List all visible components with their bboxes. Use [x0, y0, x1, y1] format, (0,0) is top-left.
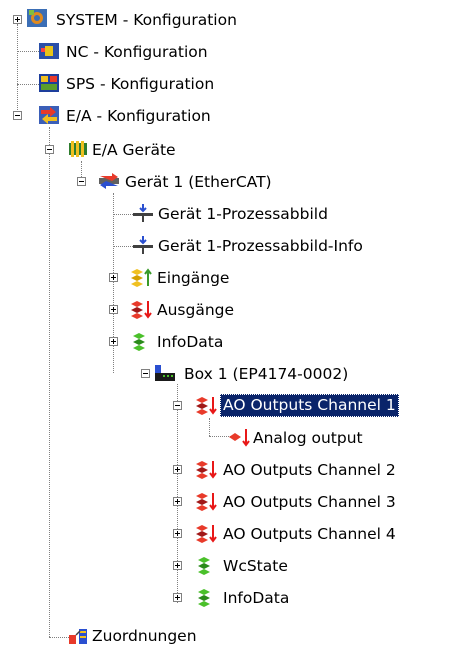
tree-item-label: AO Outputs Channel 3 [223, 492, 396, 511]
tree-item-prozessabbild-info[interactable]: Gerät 1-Prozessabbild-Info [155, 234, 366, 258]
ethercat-device-icon [99, 173, 119, 189]
io-config-icon [39, 106, 59, 124]
tree-item-eingaenge[interactable]: Eingänge [154, 266, 232, 290]
tree-item-geraet1[interactable]: Gerät 1 (EtherCAT) [122, 170, 275, 194]
tree-item-ao3[interactable]: AO Outputs Channel 3 [220, 490, 399, 514]
mappings-icon [69, 629, 87, 644]
collapse-toggle-ao1[interactable] [173, 401, 182, 410]
tree-item-box1[interactable]: Box 1 (EP4174-0002) [181, 362, 351, 386]
sps-config-icon [39, 74, 59, 92]
tree-item-analog-output[interactable]: Analog output [250, 426, 366, 450]
tree-item-ea-geraete[interactable]: E/A Geräte [89, 138, 179, 162]
tree-item-label: AO Outputs Channel 2 [223, 460, 396, 479]
tree-item-ao1[interactable]: AO Outputs Channel 1 [220, 393, 399, 417]
infodata-icon [133, 333, 145, 351]
tree-item-label: NC - Konfiguration [66, 42, 208, 61]
tree-item-label: Gerät 1-Prozessabbild-Info [158, 236, 363, 255]
tree-item-label: WcState [223, 556, 288, 575]
tree-item-box-infodata[interactable]: InfoData [220, 586, 292, 610]
expand-toggle-infodata[interactable] [109, 337, 118, 346]
tree-item-label: Zuordnungen [92, 626, 197, 645]
expand-toggle-wcstate[interactable] [173, 561, 182, 570]
tree-item-label: AO Outputs Channel 4 [223, 524, 396, 543]
expand-toggle-ausgaenge[interactable] [109, 305, 118, 314]
outputs-icon [196, 397, 217, 415]
tree-line [177, 384, 178, 603]
process-image-info-icon [133, 236, 153, 254]
outputs-icon [196, 525, 217, 543]
inputs-icon [131, 268, 152, 287]
tree-item-prozessabbild[interactable]: Gerät 1-Prozessabbild [155, 202, 331, 226]
expand-toggle-ao4[interactable] [173, 529, 182, 538]
tree-item-ao2[interactable]: AO Outputs Channel 2 [220, 458, 399, 482]
tree-item-system[interactable]: SYSTEM - Konfiguration [53, 8, 240, 32]
tree-item-label: Analog output [253, 428, 363, 447]
infodata-icon [198, 589, 210, 607]
collapse-toggle-geraet1[interactable] [77, 177, 86, 186]
tree-item-sps[interactable]: SPS - Konfiguration [63, 72, 217, 96]
tree-item-label: Eingänge [157, 268, 230, 287]
tree-item-infodata[interactable]: InfoData [154, 330, 226, 354]
tree-item-label: InfoData [157, 332, 224, 351]
tree-item-wcstate[interactable]: WcState [220, 554, 291, 578]
tree-item-label: SPS - Konfiguration [66, 74, 215, 93]
tree-item-ea-config[interactable]: E/A - Konfiguration [63, 104, 214, 128]
tree-item-nc[interactable]: NC - Konfiguration [63, 40, 211, 64]
collapse-toggle-ea-geraete[interactable] [45, 145, 54, 154]
io-config-tree: SYSTEM - Konfiguration NC - Konfiguratio… [0, 0, 454, 645]
expand-toggle-ao3[interactable] [173, 497, 182, 506]
tree-item-ausgaenge[interactable]: Ausgänge [154, 298, 237, 322]
io-devices-icon [69, 141, 87, 157]
expand-toggle-box-infodata[interactable] [173, 593, 182, 602]
tree-item-ao4[interactable]: AO Outputs Channel 4 [220, 522, 399, 546]
expand-toggle-system[interactable] [13, 15, 22, 24]
tree-line [17, 51, 39, 52]
analog-output-icon [229, 429, 250, 447]
tree-line [113, 246, 133, 247]
tree-line [17, 24, 18, 116]
tree-item-label: Gerät 1-Prozessabbild [158, 204, 328, 223]
outputs-icon [196, 461, 217, 479]
tree-line [209, 436, 231, 437]
tree-line [113, 214, 133, 215]
expand-toggle-ao2[interactable] [173, 465, 182, 474]
system-config-icon [27, 9, 47, 27]
tree-item-zuordnungen[interactable]: Zuordnungen [89, 624, 200, 648]
tree-item-label: E/A Geräte [92, 140, 176, 159]
box-module-icon [155, 365, 175, 381]
tree-item-label: Ausgänge [157, 300, 235, 319]
nc-config-icon [39, 43, 59, 59]
tree-line [49, 127, 50, 637]
tree-line [209, 418, 210, 436]
collapse-toggle-box1[interactable] [141, 369, 150, 378]
collapse-toggle-ea[interactable] [13, 111, 22, 120]
process-image-icon [133, 204, 153, 222]
outputs-icon [131, 301, 152, 319]
wcstate-icon [198, 557, 210, 575]
tree-item-label: Gerät 1 (EtherCAT) [125, 172, 272, 191]
outputs-icon [196, 493, 217, 511]
tree-item-label: AO Outputs Channel 1 [220, 393, 399, 417]
tree-item-label: Box 1 (EP4174-0002) [184, 364, 349, 383]
tree-item-label: InfoData [223, 588, 290, 607]
tree-line [49, 637, 69, 638]
expand-toggle-eingaenge[interactable] [109, 273, 118, 282]
tree-line [17, 84, 39, 85]
tree-line [113, 193, 114, 373]
tree-item-label: SYSTEM - Konfiguration [56, 10, 237, 29]
tree-item-label: E/A - Konfiguration [66, 106, 211, 125]
